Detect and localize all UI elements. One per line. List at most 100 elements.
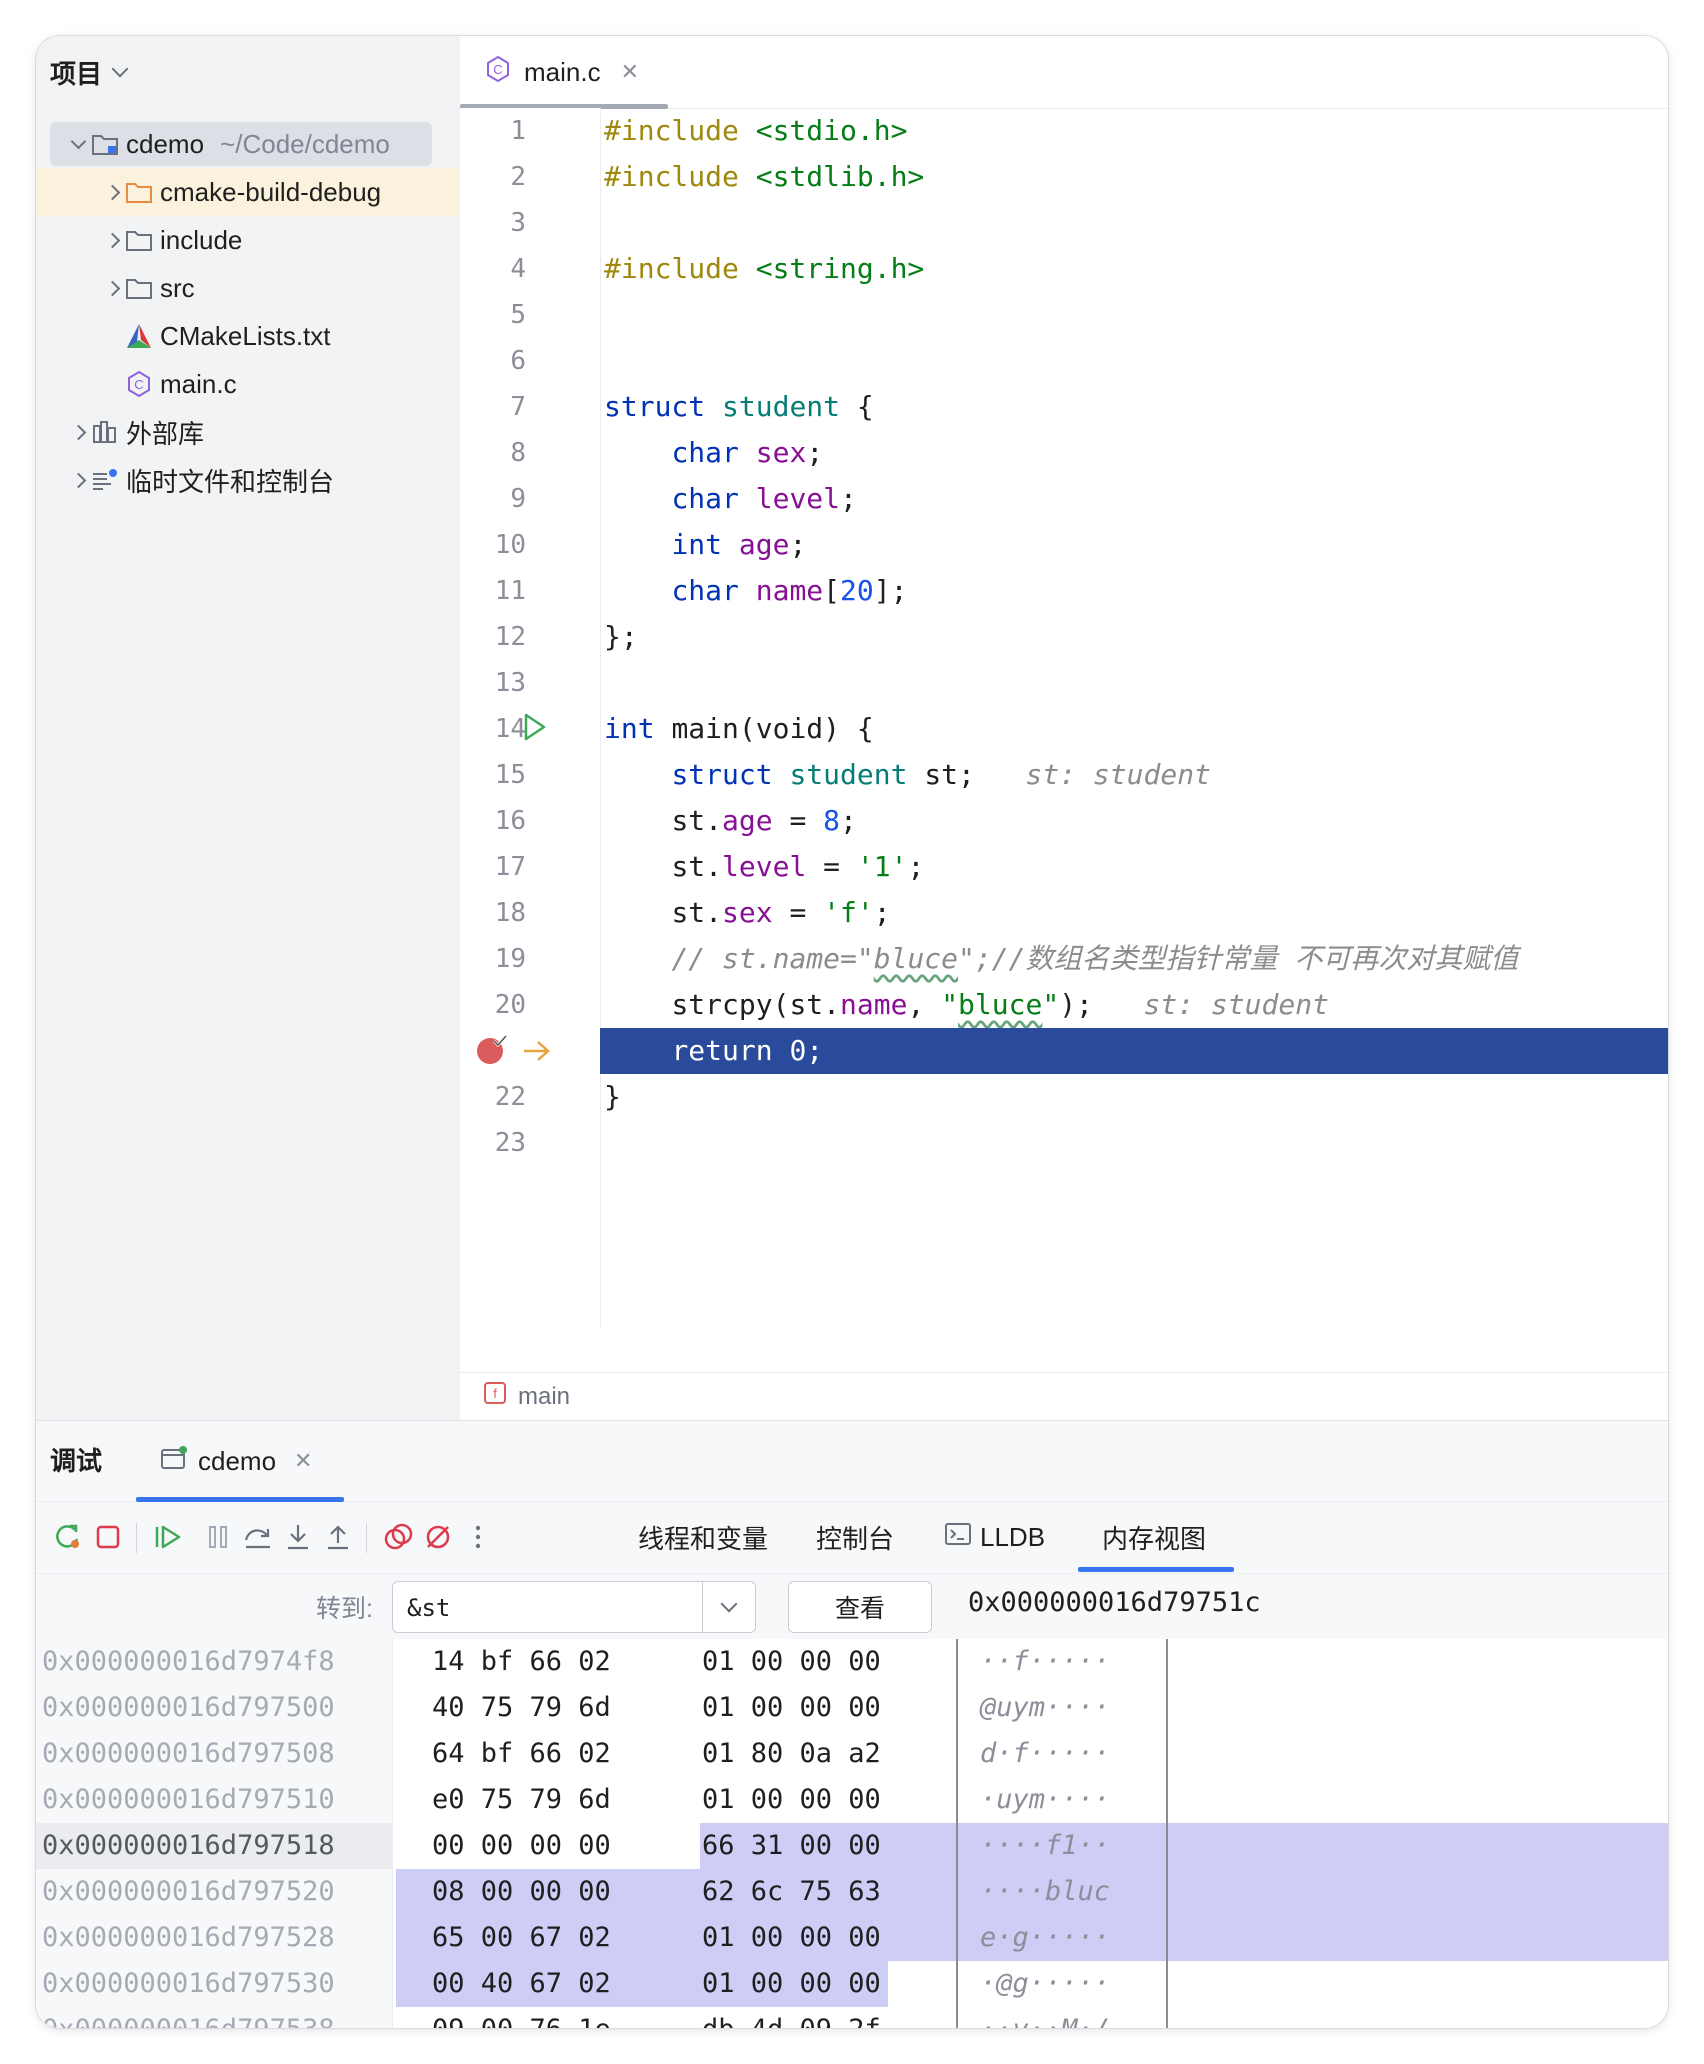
tree-item-cmake-build-debug[interactable]: cmake-build-debug	[36, 168, 460, 216]
field-name: sex	[722, 896, 773, 929]
punctuation: ;	[907, 850, 925, 883]
memory-address: 0x000000016d797518	[42, 1830, 335, 1861]
step-out-icon[interactable]	[320, 1519, 356, 1555]
line-number: 7	[510, 392, 526, 422]
pause-icon[interactable]	[200, 1519, 236, 1555]
goto-address-field[interactable]	[392, 1581, 756, 1633]
keyword: struct	[604, 390, 706, 423]
step-over-icon[interactable]	[240, 1519, 276, 1555]
close-icon[interactable]: ✕	[621, 59, 639, 85]
preprocessor-directive: #include	[604, 114, 739, 147]
chevron-right-icon[interactable]	[66, 472, 90, 488]
tree-item-cmakelists[interactable]: CMakeLists.txt	[36, 312, 460, 360]
debug-title: 调试	[50, 1446, 103, 1476]
subtab-threads-variables[interactable]: 线程和变量	[638, 1517, 768, 1557]
debug-session-tab[interactable]: cdemo ✕	[160, 1437, 312, 1485]
tree-item-cdemo[interactable]: cdemo ~/Code/cdemo	[36, 120, 460, 168]
svg-text:C: C	[493, 62, 502, 77]
chevron-down-icon[interactable]	[66, 133, 90, 149]
chevron-right-icon[interactable]	[100, 232, 124, 248]
memory-bytes: 08 00 00 00	[432, 1876, 611, 1907]
memory-row: 0x000000016d797518 00 00 00 00 66 31 00 …	[36, 1823, 1668, 1869]
keyword: int	[604, 712, 655, 745]
memory-address: 0x000000016d797510	[42, 1784, 335, 1815]
close-icon[interactable]: ✕	[294, 1448, 312, 1474]
tree-item-label: CMakeLists.txt	[160, 320, 331, 351]
chevron-right-icon[interactable]	[100, 184, 124, 200]
include-path: <string.h>	[738, 252, 925, 285]
code-line: int main(void) {	[600, 706, 1668, 752]
line-number: 11	[494, 576, 526, 606]
memory-bytes: 01 00 00 00	[702, 1922, 881, 1953]
run-gutter-icon[interactable]	[522, 712, 548, 747]
comment: // st.name="	[671, 942, 874, 975]
line-number: 12	[494, 622, 526, 652]
dropdown-button[interactable]	[702, 1582, 755, 1632]
memory-ascii: ····bluc	[980, 1876, 1111, 1907]
goto-bar: 转到: 查看 0x000000016d79751c	[36, 1573, 1668, 1639]
tree-item-path: ~/Code/cdemo	[220, 128, 390, 159]
variable-name: st.	[671, 804, 723, 837]
tree-item-scratches[interactable]: 临时文件和控制台	[36, 456, 460, 504]
field-name: level	[722, 850, 807, 883]
breakpoint-icon[interactable]	[476, 1034, 508, 1071]
stop-icon[interactable]	[90, 1519, 126, 1555]
include-path: <stdlib.h>	[738, 160, 925, 193]
include-path: <stdio.h>	[738, 114, 908, 147]
svg-text:f: f	[493, 1386, 497, 1401]
punctuation: ;	[789, 528, 807, 561]
memory-bytes: 01 00 00 00	[702, 1646, 881, 1677]
memory-row: 0x000000016d7974f8 14 bf 66 02 01 00 00 …	[36, 1639, 1668, 1685]
breadcrumb[interactable]: f main	[460, 1372, 1668, 1420]
breadcrumb-item[interactable]: main	[518, 1383, 570, 1411]
view-button[interactable]: 查看	[788, 1581, 932, 1633]
subtab-label: LLDB	[980, 1521, 1046, 1552]
toolbar-separator	[136, 1523, 137, 1553]
goto-address-input[interactable]	[405, 1590, 679, 1626]
memory-ascii: ··v··M·/	[980, 2007, 1110, 2028]
preprocessor-directive: #include	[604, 160, 739, 193]
mute-breakpoints-icon[interactable]	[420, 1519, 456, 1555]
terminal-icon	[944, 1522, 972, 1553]
memory-row: 0x000000016d797500 40 75 79 6d 01 00 00 …	[36, 1685, 1668, 1731]
chevron-right-icon[interactable]	[66, 424, 90, 440]
folder-icon	[124, 226, 154, 254]
code-line: char name[20];	[600, 568, 1668, 614]
operator: =	[806, 850, 857, 883]
memory-row: 0x000000016d797538 09 00 76 1e db 4d 09 …	[36, 2007, 1668, 2028]
line-number: 6	[510, 346, 526, 376]
project-panel-header[interactable]: 项目	[50, 52, 129, 92]
memory-row: 0x000000016d797510 e0 75 79 6d 01 00 00 …	[36, 1777, 1668, 1823]
subtab-lldb[interactable]: LLDB	[944, 1517, 1045, 1557]
project-panel-title: 项目	[50, 58, 103, 89]
subtab-console[interactable]: 控制台	[816, 1517, 894, 1557]
subtab-memory-view[interactable]: 内存视图	[1102, 1517, 1206, 1557]
scratches-icon	[90, 466, 120, 494]
chevron-down-icon[interactable]	[111, 60, 129, 78]
line-number: 18	[494, 898, 526, 928]
step-into-icon[interactable]	[280, 1519, 316, 1555]
tree-item-external-libraries[interactable]: 外部库	[36, 408, 460, 456]
more-options-icon[interactable]	[460, 1519, 496, 1555]
code-area[interactable]: #include <stdio.h> #include <stdlib.h> #…	[600, 108, 1668, 1328]
function-icon: f	[484, 1382, 506, 1411]
tree-item-include[interactable]: include	[36, 216, 460, 264]
goto-label: 转到:	[316, 1595, 373, 1623]
resume-icon[interactable]	[150, 1519, 186, 1555]
memory-view[interactable]: 0x000000016d7974f8 14 bf 66 02 01 00 00 …	[36, 1639, 1668, 2028]
variable-name: st.	[671, 896, 723, 929]
tab-main-c[interactable]: C main.c ✕	[460, 36, 668, 108]
tree-item-src[interactable]: src	[36, 264, 460, 312]
tree-item-label: main.c	[160, 368, 237, 399]
field-name: name	[840, 988, 908, 1021]
punctuation: };	[604, 620, 638, 653]
memory-bytes: 00 00 00 00	[432, 1830, 611, 1861]
editor-gutter: 1 2 3 4 5 6 7 8 9 10 11 12 13 14 15 16 1…	[460, 108, 601, 1328]
view-breakpoints-icon[interactable]	[380, 1519, 416, 1555]
rerun-icon[interactable]	[50, 1519, 86, 1555]
tree-item-main-c[interactable]: C main.c	[36, 360, 460, 408]
memory-bytes: 64 bf 66 02	[432, 1738, 611, 1769]
debug-header: 调试 cdemo ✕	[36, 1421, 1668, 1502]
chevron-right-icon[interactable]	[100, 280, 124, 296]
code-line: struct student st; st: student	[600, 752, 1668, 798]
